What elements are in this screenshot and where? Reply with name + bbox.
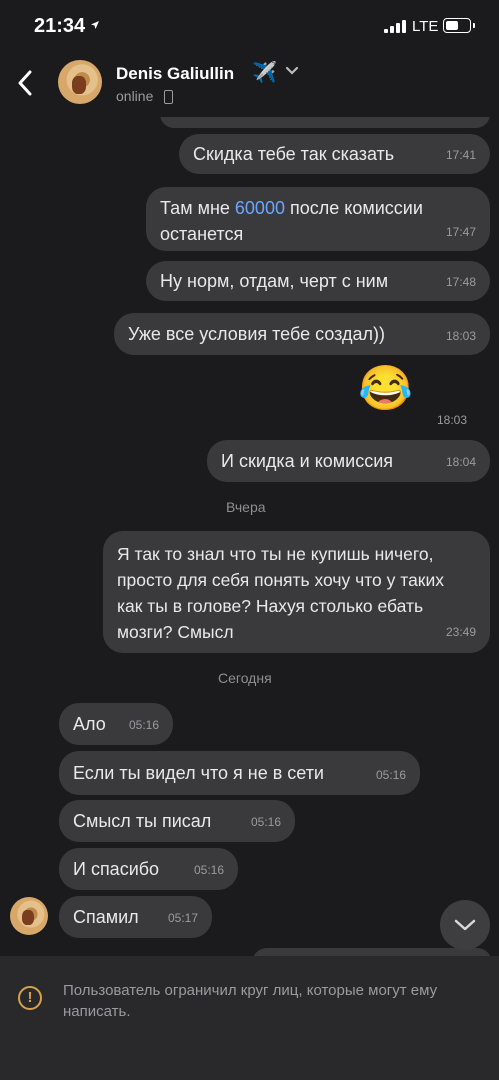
date-separator: Сегодня xyxy=(218,670,272,686)
message-text: Я так то знал что ты не купишь ничего, п… xyxy=(117,544,444,642)
clock: 21:34 xyxy=(34,15,86,37)
airplane-emoji: ✈️ xyxy=(252,62,277,84)
message-bubble-incoming[interactable]: Спамил 05:17 xyxy=(59,896,212,938)
message-time: 05:16 xyxy=(128,718,159,732)
contact-status: online xyxy=(116,88,154,104)
message-time: 18:04 xyxy=(445,455,476,469)
message-bubble-outgoing[interactable]: Ну норм, отдам, черт с ним 17:48 xyxy=(146,261,490,301)
network-type: LTE xyxy=(412,18,439,35)
message-bubble-incoming[interactable]: И спасибо 05:16 xyxy=(59,848,238,890)
message-bubble-outgoing[interactable]: И скидка и комиссия 18:04 xyxy=(207,440,490,482)
message-text: Смысл ты писал xyxy=(73,811,212,831)
message-text: Ну норм, отдам, черт с ним xyxy=(160,271,389,291)
message-time: 18:03 xyxy=(445,329,476,343)
message-text: Уже все условия тебе создал)) xyxy=(128,324,385,344)
restriction-notice: ! Пользователь ограничил круг лиц, котор… xyxy=(0,956,499,1080)
contact-name[interactable]: Denis Galiullin xyxy=(116,64,234,84)
message-bubble-outgoing[interactable]: Уже все условия тебе создал)) 18:03 xyxy=(114,313,490,355)
message-bubble-outgoing[interactable]: Там мне 60000 после комиссии останется 1… xyxy=(146,187,490,251)
message-time: 05:16 xyxy=(250,815,281,829)
message-bubble-incoming[interactable]: Ало 05:16 xyxy=(59,703,173,745)
message-bubble-outgoing[interactable]: Я так то знал что ты не купишь ничего, п… xyxy=(103,531,490,653)
warning-icon: ! xyxy=(18,986,42,1010)
signal-bars-icon xyxy=(384,20,406,33)
message-time: 05:16 xyxy=(193,863,224,877)
notice-text: Пользователь ограничил круг лиц, которые… xyxy=(63,982,438,1020)
message-bubble-incoming[interactable]: Смысл ты писал 05:16 xyxy=(59,800,295,842)
mobile-phone-icon xyxy=(164,90,173,104)
message-link[interactable]: 60000 xyxy=(235,198,285,218)
message-time: 05:17 xyxy=(167,911,198,925)
message-time: 17:47 xyxy=(445,225,476,239)
message-time: 17:48 xyxy=(445,275,476,289)
message-time: 23:49 xyxy=(445,625,476,639)
chevron-left-icon xyxy=(18,70,32,96)
date-separator: Вчера xyxy=(226,499,266,515)
sender-avatar[interactable] xyxy=(10,897,48,935)
back-button[interactable] xyxy=(10,65,40,101)
chevron-down-icon xyxy=(454,919,476,931)
battery-icon xyxy=(443,18,475,33)
message-bubble-incoming[interactable]: Если ты видел что я не в сети 05:16 xyxy=(59,751,420,795)
message-text: Если ты видел что я не в сети xyxy=(73,763,324,783)
message-text: Скидка тебе так сказать xyxy=(193,144,395,164)
message-time: 17:41 xyxy=(445,148,476,162)
message-bubble-outgoing[interactable]: Скидка тебе так сказать 17:41 xyxy=(179,134,490,174)
message-time: 05:16 xyxy=(375,768,406,782)
status-bar: 21:34 LTE xyxy=(0,0,499,55)
message-text: Там мне 60000 после комиссии останется xyxy=(160,198,423,244)
chat-header: Denis Galiullin ✈️ online xyxy=(0,55,499,117)
location-arrow-icon xyxy=(90,17,100,33)
chevron-down-icon[interactable] xyxy=(285,63,299,81)
message-time: 18:03 xyxy=(437,413,468,427)
scroll-to-bottom-button[interactable] xyxy=(440,900,490,950)
message-text: И скидка и комиссия xyxy=(221,451,394,471)
emoji-message[interactable]: 😂 xyxy=(358,364,413,414)
contact-avatar[interactable] xyxy=(58,60,102,104)
